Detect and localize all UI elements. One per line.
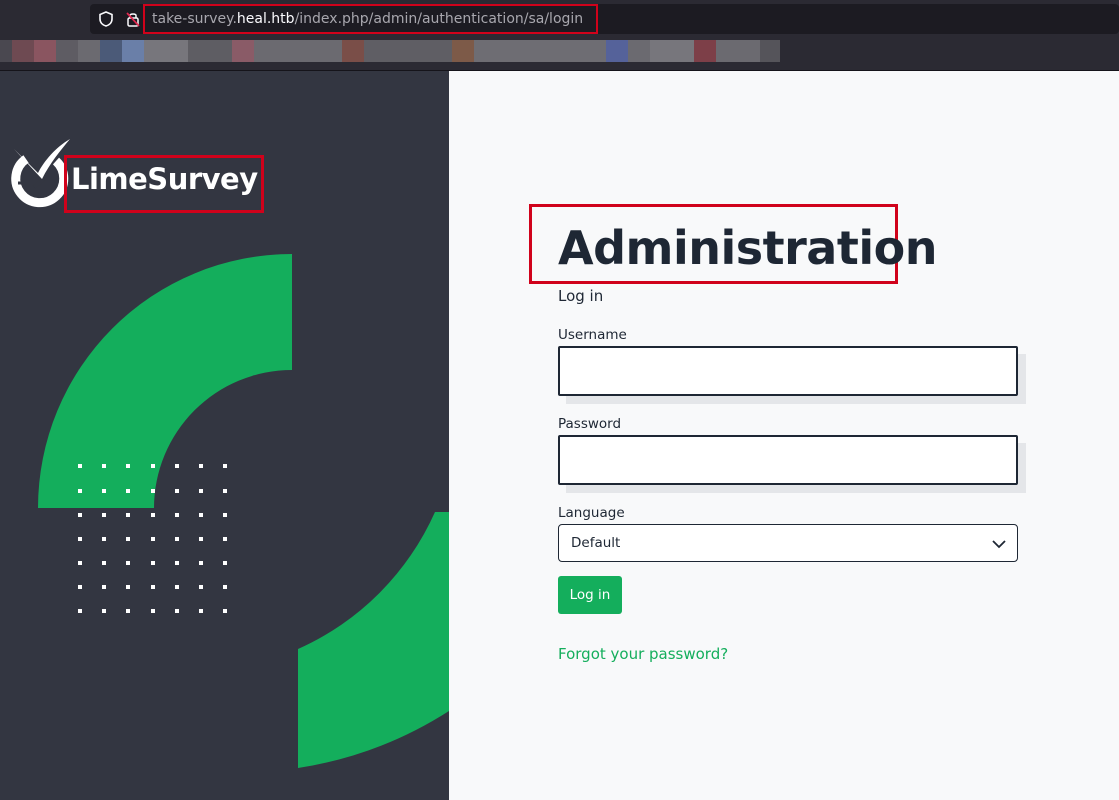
username-label: Username	[558, 327, 627, 343]
forgot-password-link[interactable]: Forgot your password?	[558, 645, 728, 663]
brand-highlight-box	[64, 155, 264, 213]
url-highlight-box	[143, 4, 598, 34]
shield-icon[interactable]	[97, 10, 115, 28]
username-input[interactable]	[558, 346, 1018, 396]
language-select[interactable]: Default	[558, 524, 1018, 562]
language-value: Default	[571, 535, 621, 551]
brand-panel: LimeSurvey	[0, 71, 449, 800]
password-input[interactable]	[558, 435, 1018, 485]
bookmarks-bar-blurred	[0, 40, 790, 64]
password-label: Password	[558, 416, 622, 432]
login-button[interactable]: Log in	[558, 576, 622, 614]
chevron-down-icon	[992, 540, 1006, 549]
browser-toolbar: take-survey.heal.htb/index.php/admin/aut…	[0, 0, 1119, 71]
language-label: Language	[558, 505, 625, 521]
lock-icon[interactable]	[124, 10, 142, 28]
page-title: Administration	[558, 221, 937, 275]
page-subtitle: Log in	[558, 287, 604, 305]
